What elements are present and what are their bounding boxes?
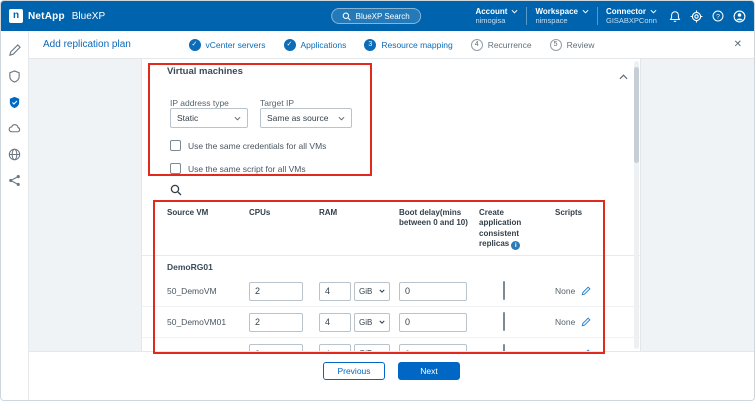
notifications-bell-icon[interactable] bbox=[669, 10, 681, 23]
scripts-value: None bbox=[555, 317, 575, 327]
step-check-icon: ✓ bbox=[283, 39, 295, 51]
checkbox-box bbox=[170, 140, 181, 151]
cpus-input[interactable] bbox=[249, 313, 303, 332]
ip-address-type-label: IP address type bbox=[170, 98, 229, 108]
consistent-replica-checkbox[interactable] bbox=[503, 312, 505, 331]
vm-table-header: Source VM CPUs RAM Boot delay(mins betwe… bbox=[142, 202, 640, 256]
user-avatar[interactable] bbox=[733, 10, 746, 23]
target-ip-label: Target IP bbox=[260, 98, 294, 108]
bluexp-app: n NetApp BlueXP BlueXP Search Account ni… bbox=[0, 0, 755, 401]
ram-unit-select[interactable]: GiB bbox=[354, 282, 390, 301]
chevron-down-icon bbox=[379, 320, 385, 324]
ram-input[interactable] bbox=[319, 313, 351, 332]
brand-name: NetApp bbox=[28, 11, 65, 22]
step-number-badge: 5 bbox=[550, 39, 562, 51]
boot-delay-input[interactable] bbox=[399, 282, 467, 301]
svg-text:?: ? bbox=[716, 14, 720, 21]
close-icon[interactable]: ✕ bbox=[734, 40, 742, 50]
step-resource-mapping[interactable]: 3 Resource mapping bbox=[364, 39, 452, 51]
resource-mapping-panel: Virtual machines IP address type Target … bbox=[141, 59, 641, 353]
left-sidebar bbox=[1, 31, 29, 400]
source-vm-name: 50_DemoVM bbox=[167, 286, 249, 296]
ram-input[interactable] bbox=[319, 282, 351, 301]
sidebar-item-share-icon[interactable] bbox=[8, 173, 22, 187]
page-title: Add replication plan bbox=[43, 39, 131, 50]
edit-script-pencil-icon[interactable] bbox=[581, 317, 591, 327]
wizard-header: Add replication plan ✓ vCenter servers ✓… bbox=[29, 31, 754, 59]
collapse-section-chevron-up-icon[interactable] bbox=[619, 67, 628, 85]
scripts-value: None bbox=[555, 286, 575, 296]
step-applications[interactable]: ✓ Applications bbox=[283, 39, 346, 51]
step-recurrence[interactable]: 4 Recurrence bbox=[471, 39, 532, 51]
top-header: n NetApp BlueXP BlueXP Search Account ni… bbox=[1, 1, 754, 31]
wizard-stepper: ✓ vCenter servers ✓ Applications 3 Resou… bbox=[188, 39, 594, 51]
chevron-down-icon bbox=[338, 116, 345, 121]
vm-table: Source VM CPUs RAM Boot delay(mins betwe… bbox=[142, 202, 640, 369]
vm-table-row: 50_DemoVM01 GiB None bbox=[142, 307, 640, 338]
chevron-down-icon bbox=[650, 9, 657, 14]
edit-script-pencil-icon[interactable] bbox=[581, 286, 591, 296]
step-number-badge: 4 bbox=[471, 39, 483, 51]
step-review[interactable]: 5 Review bbox=[550, 39, 595, 51]
scrollbar-thumb[interactable] bbox=[634, 67, 639, 163]
connector-menu[interactable]: Connector GISABXPConn bbox=[606, 8, 657, 25]
settings-gear-icon[interactable] bbox=[690, 10, 703, 23]
ram-unit-select[interactable]: GiB bbox=[354, 313, 390, 332]
step-check-icon: ✓ bbox=[188, 39, 200, 51]
brand[interactable]: n NetApp BlueXP bbox=[9, 1, 105, 31]
chevron-down-icon bbox=[234, 116, 241, 121]
divider bbox=[597, 7, 598, 25]
vertical-scrollbar[interactable] bbox=[634, 61, 639, 349]
chevron-down-icon bbox=[379, 289, 385, 293]
main-content: Virtual machines IP address type Target … bbox=[29, 59, 754, 351]
sidebar-item-mobility-cloud-icon[interactable] bbox=[8, 121, 22, 135]
step-number-badge: 3 bbox=[364, 39, 376, 51]
sidebar-item-governance-shield-icon[interactable] bbox=[8, 69, 22, 83]
cpus-input[interactable] bbox=[249, 282, 303, 301]
sidebar-item-canvas-pencil-icon[interactable] bbox=[8, 43, 22, 57]
previous-button[interactable]: Previous bbox=[323, 362, 385, 380]
account-menu[interactable]: Account nimogisa bbox=[475, 8, 518, 25]
next-button[interactable]: Next bbox=[398, 362, 460, 380]
sidebar-item-protection-shield-icon[interactable] bbox=[8, 95, 22, 109]
sidebar-item-globe-icon[interactable] bbox=[8, 147, 22, 161]
same-credentials-checkbox[interactable]: Use the same credentials for all VMs bbox=[170, 140, 326, 151]
checkbox-box bbox=[170, 163, 181, 174]
boot-delay-input[interactable] bbox=[399, 313, 467, 332]
step-vcenter-servers[interactable]: ✓ vCenter servers bbox=[188, 39, 265, 51]
target-ip-select[interactable]: Same as source bbox=[260, 108, 352, 128]
chevron-down-icon bbox=[582, 9, 589, 14]
vm-group-row: DemoRG01 bbox=[142, 256, 640, 276]
same-script-checkbox[interactable]: Use the same script for all VMs bbox=[170, 163, 306, 174]
search-placeholder: BlueXP Search bbox=[356, 12, 410, 21]
wizard-footer: Previous Next bbox=[29, 351, 754, 400]
info-icon[interactable]: i bbox=[511, 241, 520, 250]
bluexp-search[interactable]: BlueXP Search bbox=[331, 8, 421, 24]
vm-table-row: 50_DemoVM GiB None bbox=[142, 276, 640, 307]
ip-address-type-select[interactable]: Static bbox=[170, 108, 248, 128]
workspace-menu[interactable]: Workspace nimspace bbox=[535, 8, 589, 25]
divider bbox=[526, 7, 527, 25]
brand-product: BlueXP bbox=[72, 11, 105, 22]
section-title: Virtual machines bbox=[167, 66, 243, 77]
netapp-logo-icon: n bbox=[9, 9, 23, 23]
consistent-replica-checkbox[interactable] bbox=[503, 281, 505, 300]
source-vm-name: 50_DemoVM01 bbox=[167, 317, 249, 327]
search-icon bbox=[342, 12, 351, 21]
help-icon[interactable]: ? bbox=[712, 10, 724, 22]
chevron-down-icon bbox=[511, 9, 518, 14]
vm-table-search-icon[interactable] bbox=[170, 183, 182, 201]
